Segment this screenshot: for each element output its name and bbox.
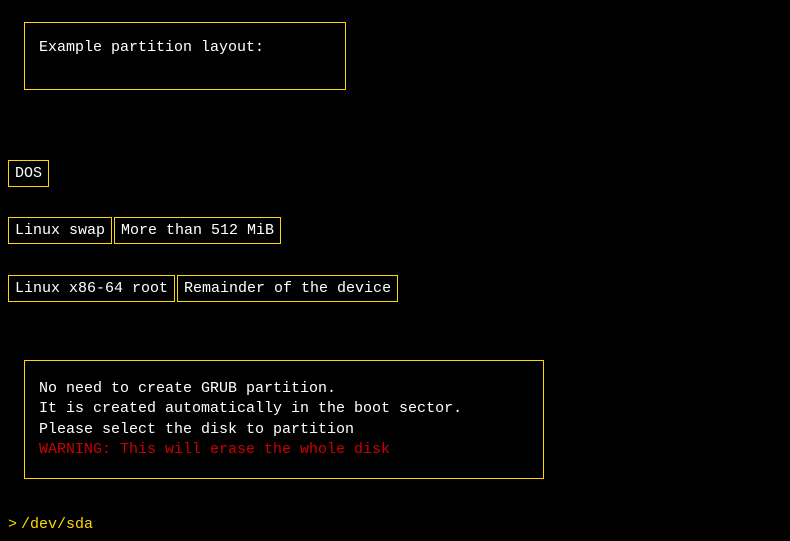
header-title: Example partition layout: bbox=[39, 39, 264, 56]
partition-table-type: DOS bbox=[15, 165, 42, 182]
partition-table-type-box: DOS bbox=[8, 160, 49, 187]
partition-size-label: Remainder of the device bbox=[184, 280, 391, 297]
partition-type-box: Linux swap bbox=[8, 217, 112, 244]
info-line-2: It is created automatically in the boot … bbox=[39, 399, 529, 419]
partition-type-label: Linux x86-64 root bbox=[15, 280, 168, 297]
partition-size-label: More than 512 MiB bbox=[121, 222, 274, 239]
partition-size-box: Remainder of the device bbox=[177, 275, 398, 302]
partition-row-swap: Linux swap More than 512 MiB bbox=[8, 217, 283, 244]
prompt-line[interactable]: >/dev/sda bbox=[8, 516, 93, 533]
prompt-symbol: > bbox=[8, 516, 17, 533]
info-line-3: Please select the disk to partition bbox=[39, 420, 529, 440]
partition-size-box: More than 512 MiB bbox=[114, 217, 281, 244]
prompt-input-value[interactable]: /dev/sda bbox=[21, 516, 93, 533]
example-layout-header: Example partition layout: bbox=[24, 22, 346, 90]
warning-text: WARNING: This will erase the whole disk bbox=[39, 440, 529, 460]
info-line-1: No need to create GRUB partition. bbox=[39, 379, 529, 399]
partition-type-label: Linux swap bbox=[15, 222, 105, 239]
partition-row-root: Linux x86-64 root Remainder of the devic… bbox=[8, 275, 400, 302]
info-box: No need to create GRUB partition. It is … bbox=[24, 360, 544, 479]
partition-type-box: Linux x86-64 root bbox=[8, 275, 175, 302]
